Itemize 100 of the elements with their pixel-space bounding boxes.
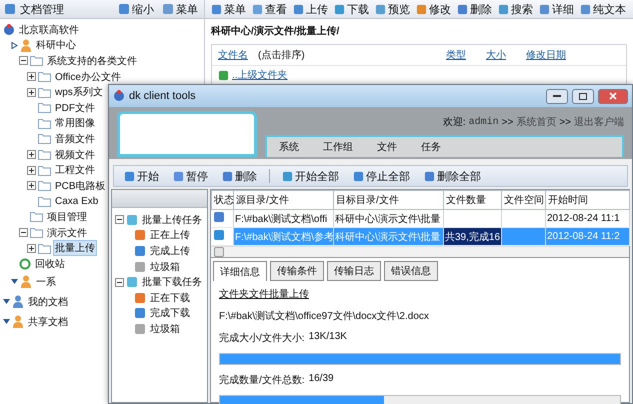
folder-icon [38,196,51,207]
tree-item[interactable]: 系统支持的各类文件 [45,52,139,69]
folder-icon [38,133,51,144]
tree-item[interactable]: 视频文件 [53,146,97,163]
status-icon [212,211,224,223]
header-text: >> [559,116,571,128]
task-button[interactable]: 开始全部 [280,168,341,184]
folder-icon [30,211,43,222]
tree-item[interactable]: 正在下载 [148,290,192,306]
header-button[interactable]: 缩小 [116,2,156,16]
tab[interactable]: 错误信息 [384,261,438,281]
tree-item[interactable]: 项目管理 [45,208,89,225]
toolbar-button[interactable]: 菜单 [209,2,248,16]
tree-item[interactable]: 完成上传 [148,242,192,259]
tab[interactable]: 传输条件 [270,261,324,281]
tree-item[interactable]: Office办公文件 [53,68,123,85]
column-header[interactable]: 目标目录/文件 [334,190,444,210]
square-icon [126,276,138,288]
task-button[interactable]: 删除全部 [422,168,483,184]
maximize-button[interactable] [572,88,594,104]
panel-title: 文档管理 [20,2,65,16]
tree-item[interactable]: 一系 [34,274,58,290]
tree-item[interactable]: PDF文件 [53,100,97,116]
header-text: 欢迎: [442,116,466,129]
maximize-icon [579,92,587,100]
toolbar-button[interactable]: 上传 [291,2,330,16]
column-header[interactable]: 类型 [446,48,486,62]
column-header[interactable]: 文件名 [218,48,258,62]
caret-right-icon[interactable] [11,42,18,49]
sort-hint: (点击排序) [258,48,306,62]
square-icon [424,170,435,182]
minimize-button[interactable] [546,88,568,104]
square-icon [282,170,293,182]
folder-icon [38,102,51,114]
menu-item[interactable]: 文件 [377,140,397,154]
toolbar-button[interactable]: 详细 [537,2,576,16]
tree-item[interactable]: 我的文档 [26,294,70,310]
toolbar-button[interactable]: 搜索 [496,2,535,16]
toolbar-button[interactable]: 纯文本 [578,2,628,16]
tab[interactable]: 详细信息 [213,261,267,281]
folder-icon [30,55,43,66]
tree-item[interactable]: 回收站 [33,256,67,272]
toolbar-button[interactable]: 下载 [332,2,371,16]
square-icon [126,214,138,226]
tree-item[interactable]: 科研中心 [34,37,78,54]
column-header[interactable]: 源目录/文件 [234,190,334,210]
tree-item[interactable]: 批量上传任务 [140,212,204,228]
person-icon [12,315,24,328]
menu-item[interactable]: 任务 [421,140,441,154]
status-icon [212,229,224,241]
tree-item[interactable]: 音频文件 [53,130,97,147]
expand-icon[interactable] [27,150,36,160]
task-button[interactable]: 暂停 [171,168,210,184]
tab[interactable]: 传输日志 [327,261,381,281]
minimize-icon [553,94,561,98]
tree-item[interactable]: PCB电路板 [53,178,108,194]
expand-icon[interactable] [27,244,36,253]
task-button[interactable]: 停止全部 [351,168,412,184]
toolbar-button[interactable]: 查看 [250,2,289,16]
column-header[interactable]: 文件空间 [502,190,546,210]
detail-title: 文件夹文件批量上传 [219,288,310,301]
toolbar-button[interactable]: 删除 [455,2,494,16]
expand-icon[interactable] [27,166,36,175]
square-icon [173,170,184,182]
header-button[interactable]: 菜单 [160,2,200,16]
tree-item[interactable]: 演示文件 [45,224,89,241]
scrollbar[interactable] [211,246,629,257]
tree-item[interactable]: 垃圾箱 [148,258,182,275]
table-cell: 2012-08-24 11:2 [546,228,630,246]
toolbar-button[interactable]: 修改 [414,2,453,16]
folder-icon [38,180,51,192]
tree-item[interactable]: 共享文档 [26,314,70,330]
column-header[interactable]: 开始时间 [546,190,630,210]
column-header[interactable]: 修改日期 [526,48,626,62]
tree-item[interactable]: 工程文件 [53,162,97,178]
expand-icon[interactable] [27,88,36,97]
task-button[interactable]: 删除 [220,168,259,184]
menu-item[interactable]: 工作组 [323,140,353,154]
close-button[interactable] [598,88,628,104]
menu-item[interactable]: 系统 [279,140,299,154]
folder-icon [38,86,51,98]
tree-item[interactable]: Caxa Exb [53,194,100,208]
header-link[interactable]: 系统首页 [516,115,556,129]
column-header[interactable]: 大小 [486,48,526,62]
header-link[interactable]: 退出客户端 [574,115,624,129]
tree-item[interactable]: 批量上传 [53,240,97,256]
tree-item[interactable]: wps系列文 [53,84,105,100]
column-header[interactable]: 文件数量 [444,190,502,210]
tree-item[interactable]: 北京联高软件 [17,22,81,38]
expand-icon[interactable] [27,181,36,190]
expand-icon[interactable] [27,72,36,82]
task-button[interactable]: 开始 [122,168,161,184]
column-header[interactable]: 状态 [212,190,234,210]
tree-item[interactable]: 正在上传 [148,227,192,244]
tree-item[interactable]: 垃圾箱 [148,320,182,337]
tree-item[interactable]: 完成下载 [148,305,192,322]
tree-item[interactable]: 常用图像 [53,115,97,132]
toolbar-button[interactable]: 预览 [373,2,412,16]
parent-folder-link[interactable]: ..上级文件夹 [232,68,288,82]
tree-item[interactable]: 批量下载任务 [140,274,204,290]
